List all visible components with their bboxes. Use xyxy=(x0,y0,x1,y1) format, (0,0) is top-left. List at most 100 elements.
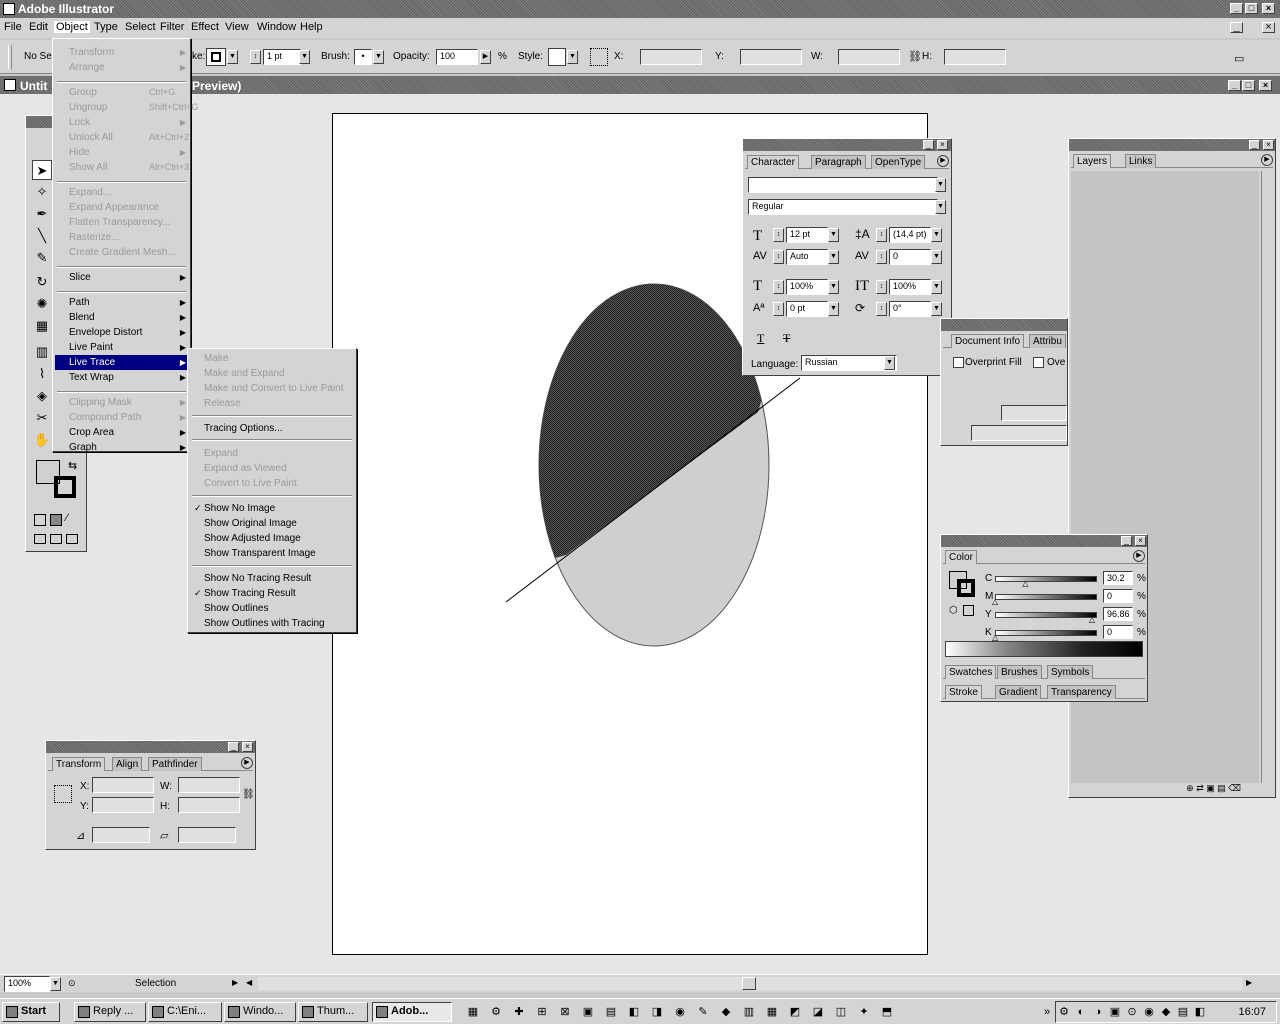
overprint-fill-checkbox[interactable] xyxy=(953,357,964,368)
vertical-scale-stepper[interactable]: ↕ xyxy=(773,280,784,294)
shear-angle-field[interactable] xyxy=(178,827,236,843)
object-menu-item-expand[interactable]: Expand... xyxy=(69,187,111,198)
vertical-scale-dropdown[interactable]: ▼ xyxy=(828,280,839,294)
quick-launch-icon[interactable]: ▥ xyxy=(742,1005,756,1019)
strikethrough-icon[interactable]: T xyxy=(783,331,790,346)
tray-icon[interactable]: ▤ xyxy=(1176,1005,1190,1019)
tracking-dropdown[interactable]: ▼ xyxy=(931,250,942,264)
object-menu-item-live-paint[interactable]: Live Paint xyxy=(69,342,113,353)
tab-transparency[interactable]: Transparency xyxy=(1047,685,1116,699)
object-menu-item-show-all[interactable]: Show All Alt+Ctrl+3 xyxy=(69,162,189,173)
minimize-icon[interactable]: _ xyxy=(1230,3,1243,14)
out-of-gamut-icon[interactable]: ⬡ xyxy=(949,605,958,616)
transform-reference-point-icon[interactable] xyxy=(54,785,72,803)
overprint-stroke-checkbox[interactable] xyxy=(1033,357,1044,368)
quick-launch-icon[interactable]: ◆ xyxy=(719,1005,733,1019)
live-trace-item-show-adjusted-image[interactable]: Show Adjusted Image xyxy=(204,533,301,544)
tab-align[interactable]: Align xyxy=(112,757,143,771)
tray-icon[interactable]: ◆ xyxy=(1159,1005,1173,1019)
doc-window-minimize-icon[interactable]: _ xyxy=(1228,80,1241,91)
scroll-right-icon[interactable]: ▶ xyxy=(1246,978,1252,987)
tracking-field[interactable]: 0 xyxy=(889,249,931,265)
x-field[interactable] xyxy=(640,49,702,65)
transform-h-field[interactable] xyxy=(178,797,240,813)
live-trace-item-make-and-expand[interactable]: Make and Expand xyxy=(204,368,285,379)
quick-launch-icon[interactable]: ◪ xyxy=(811,1005,825,1019)
scroll-left-icon[interactable]: ◀ xyxy=(246,978,252,987)
live-trace-item-show-no-image[interactable]: Show No Image xyxy=(204,503,275,514)
kerning-stepper[interactable]: ↕ xyxy=(773,250,784,264)
layers-footer-icons[interactable]: ⊕ ⇄ ▣ ▤ ⌫ xyxy=(1071,783,1271,795)
transform-panel-menu-icon[interactable]: ▶ xyxy=(241,757,253,769)
doc-window-close-icon[interactable]: × xyxy=(1259,80,1272,91)
object-menu-item-envelope-distort[interactable]: Envelope Distort xyxy=(69,327,142,338)
slider-thumb-icon[interactable]: △ xyxy=(1089,615,1095,624)
leading-field[interactable]: (14,4 pt) xyxy=(889,227,931,243)
eyedropper-icon[interactable]: ⌇ xyxy=(32,364,52,384)
taskbar-button-thumbs[interactable]: Thum... xyxy=(298,1002,368,1022)
graph-tool-icon[interactable]: ▥ xyxy=(32,342,52,362)
menu-type[interactable]: Type xyxy=(94,21,118,33)
live-trace-item-show-no-tracing-result[interactable]: Show No Tracing Result xyxy=(204,573,311,584)
gradient-mode-icon[interactable] xyxy=(50,514,62,526)
tab-document-info[interactable]: Document Info xyxy=(951,334,1025,348)
h-field[interactable] xyxy=(944,49,1006,65)
taskbar-button-reply[interactable]: Reply ... xyxy=(74,1002,146,1022)
constrain-proportions-icon[interactable]: ⛓ xyxy=(242,789,255,800)
live-paint-bucket-icon[interactable]: ◈ xyxy=(32,386,52,406)
selection-tool-icon[interactable]: ➤ xyxy=(32,160,52,180)
doc-close-icon[interactable]: × xyxy=(1262,22,1275,33)
live-trace-item-show-original-image[interactable]: Show Original Image xyxy=(204,518,297,529)
screen-mode-full-menu-icon[interactable] xyxy=(50,534,62,544)
object-menu-item-transform[interactable]: Transform xyxy=(69,47,114,58)
tab-links[interactable]: Links xyxy=(1125,154,1157,168)
transform-x-field[interactable] xyxy=(92,777,154,793)
channel-value-y[interactable]: 96.86 xyxy=(1103,607,1133,621)
object-menu-item-hide[interactable]: Hide xyxy=(69,147,90,158)
swap-colors-icon[interactable]: ⇆ xyxy=(68,459,77,472)
channel-slider-y[interactable] xyxy=(995,612,1097,618)
rotate-tool-icon[interactable]: ↻ xyxy=(32,272,52,292)
channel-slider-m[interactable] xyxy=(995,594,1097,600)
layers-panel-menu-icon[interactable]: ▶ xyxy=(1261,154,1273,166)
live-trace-item-show-outlines[interactable]: Show Outlines xyxy=(204,603,268,614)
channel-slider-k[interactable] xyxy=(995,630,1097,636)
status-menu-arrow-icon[interactable]: ▶ xyxy=(232,978,238,987)
start-button[interactable]: Start xyxy=(2,1002,60,1022)
leading-dropdown[interactable]: ▼ xyxy=(931,228,942,242)
stroke-weight-field[interactable]: 1 pt xyxy=(263,49,301,65)
channel-value-m[interactable]: 0 xyxy=(1103,589,1133,603)
baseline-field[interactable]: 0 pt xyxy=(786,301,828,317)
menu-help[interactable]: Help xyxy=(300,21,323,33)
rotate-angle-field[interactable] xyxy=(92,827,150,843)
quick-launch-icon[interactable]: ◩ xyxy=(788,1005,802,1019)
slider-thumb-icon[interactable]: △ xyxy=(992,633,998,642)
tab-symbols[interactable]: Symbols xyxy=(1047,665,1094,679)
quick-launch-icon[interactable]: ▦ xyxy=(765,1005,779,1019)
screen-mode-normal-icon[interactable] xyxy=(34,534,46,544)
horizontal-scale-stepper[interactable]: ↕ xyxy=(876,280,887,294)
live-trace-item-show-outlines-with-tracing[interactable]: Show Outlines with Tracing xyxy=(204,618,325,629)
object-menu-item-rasterize[interactable]: Rasterize... xyxy=(69,232,120,243)
stroke-swatch[interactable] xyxy=(206,48,226,66)
object-menu-item-arrange[interactable]: Arrange xyxy=(69,62,105,73)
baseline-stepper[interactable]: ↕ xyxy=(773,302,784,316)
tab-character[interactable]: Character xyxy=(747,155,799,169)
leading-stepper[interactable]: ↕ xyxy=(876,228,887,242)
font-size-stepper[interactable]: ↕ xyxy=(773,228,784,242)
attributes-field-2[interactable] xyxy=(971,425,1067,441)
doc-window-maximize-icon[interactable]: □ xyxy=(1242,80,1255,91)
tray-icon[interactable]: ⊙ xyxy=(1125,1005,1139,1019)
doc-minimize-icon[interactable]: _ xyxy=(1230,22,1243,33)
object-menu-item-path[interactable]: Path xyxy=(69,297,90,308)
tab-attributes[interactable]: Attribu xyxy=(1029,334,1066,348)
kerning-field[interactable]: Auto xyxy=(786,249,828,265)
tab-transform[interactable]: Transform xyxy=(52,757,106,771)
language-field[interactable]: Russian xyxy=(801,355,897,371)
live-trace-item-convert-to-live-paint[interactable]: Convert to Live Paint xyxy=(204,478,297,489)
quick-launch-icon[interactable]: ✚ xyxy=(512,1005,526,1019)
object-menu-item-clipping-mask[interactable]: Clipping Mask xyxy=(69,397,132,408)
transform-w-field[interactable] xyxy=(178,777,240,793)
live-trace-item-make-and-convert-to-live-paint[interactable]: Make and Convert to Live Paint xyxy=(204,383,344,394)
brush-dropdown[interactable]: ▼ xyxy=(373,50,384,64)
